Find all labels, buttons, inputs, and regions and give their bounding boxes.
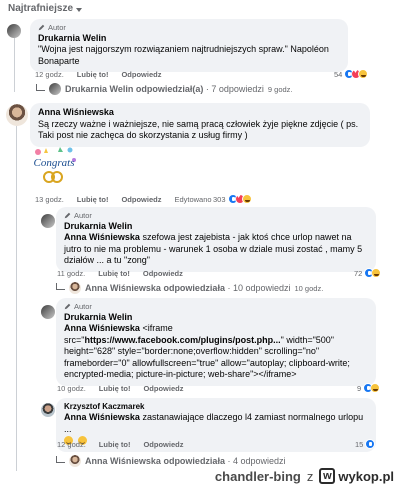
view-replies-link[interactable]: Anna Wiśniewska odpowiedziała · 4 odpowi… (56, 455, 286, 467)
author-badge: Autor (64, 302, 368, 312)
commenter-name[interactable]: Drukarnia Welin (64, 221, 368, 233)
pencil-icon (64, 303, 71, 310)
mention-link[interactable]: Anna Wiśniewska (64, 412, 140, 422)
reaction-summary[interactable]: 15 (355, 439, 376, 449)
view-replies-link[interactable]: Anna Wiśniewska odpowiedziała · 10 odpow… (56, 282, 323, 294)
reply-button[interactable]: Odpowiedz (121, 70, 161, 79)
reaction-summary[interactable]: 303 (213, 193, 252, 204)
like-button[interactable]: Lubię to! (77, 70, 109, 79)
haha-reaction-icon (241, 194, 252, 204)
watermark-site: wykop.pl (338, 468, 394, 484)
commenter-name[interactable]: Drukarnia Welin (64, 312, 368, 324)
avatar (69, 282, 81, 294)
commenter-name[interactable]: Anna Wiśniewska (38, 107, 362, 119)
pencil-icon (38, 24, 45, 31)
reply-arrow-icon (56, 456, 65, 463)
reply-bubble: Autor Drukarnia Welin Anna Wiśniewska <i… (56, 298, 376, 386)
timestamp[interactable]: 12 godz. (35, 70, 64, 79)
comment-actions: 12 godz. Lubię to! Odpowiedz (35, 70, 174, 79)
comment-text: "Wojna jest najgorszym rozwiązaniem najt… (38, 44, 329, 66)
reply-button[interactable]: Odpowiedz (143, 384, 183, 393)
commenter-name[interactable]: Drukarnia Welin (38, 33, 340, 45)
like-reaction-icon (365, 439, 376, 449)
sort-dropdown[interactable]: Najtrafniejsze (8, 3, 83, 14)
comment-text: Są rzeczy ważne i ważniejsze, nie samą p… (38, 118, 359, 141)
url-link[interactable]: https://www.facebook.com/plugins/post.ph… (84, 335, 280, 345)
haha-reaction-icon (358, 69, 369, 79)
sort-label: Najtrafniejsze (8, 3, 74, 14)
haha-reaction-icon (371, 268, 382, 278)
reaction-count: 15 (355, 439, 364, 449)
haha-reaction-icon (370, 383, 381, 393)
like-button[interactable]: Lubię to! (98, 269, 130, 278)
comment-text: Anna Wiśniewska zastanawiające dlaczego … (64, 412, 364, 434)
mention-link[interactable]: Anna Wiśniewska (64, 323, 140, 333)
comment-actions: 12 godz. Lubię to! Odpowiedz (57, 440, 196, 449)
mention-link[interactable]: Anna Wiśniewska (64, 232, 140, 242)
reply-button[interactable]: Odpowiedz (143, 440, 183, 449)
comment-bubble: Autor Drukarnia Welin "Wojna jest najgor… (30, 19, 348, 73)
comment-actions: 10 godz. Lubię to! Odpowiedz (57, 384, 196, 393)
reply-arrow-icon (36, 84, 45, 91)
sticker-text: Congrats (34, 157, 75, 169)
author-badge: Autor (38, 23, 340, 33)
timestamp[interactable]: 11 godz. (57, 269, 85, 278)
watermark-user: chandler-bing (214, 468, 301, 484)
wykop-logo: w wykop.pl (319, 468, 394, 484)
timestamp: 10 godz. (294, 283, 324, 293)
wykop-logo-icon: w (319, 468, 336, 484)
reaction-count: 9 (357, 383, 362, 393)
reaction-summary[interactable]: 9 (357, 383, 381, 393)
thread-line (16, 125, 17, 471)
avatar[interactable] (41, 214, 55, 228)
reaction-count: 72 (354, 268, 363, 278)
edited-label[interactable]: Edytowano (174, 195, 211, 204)
reaction-summary[interactable]: 54 (334, 68, 369, 79)
comment-bubble: Anna Wiśniewska Są rzeczy ważne i ważnie… (30, 103, 370, 147)
timestamp: 9 godz. (267, 84, 293, 94)
watermark: chandler-bing z w wykop.pl (215, 468, 394, 484)
like-button[interactable]: Lubię to! (99, 440, 131, 449)
reaction-summary[interactable]: 72 (354, 268, 382, 278)
timestamp[interactable]: 12 godz. (57, 440, 86, 449)
thread-line (14, 36, 15, 92)
avatar[interactable] (7, 24, 21, 38)
reply-arrow-icon (56, 283, 65, 290)
timestamp[interactable]: 10 godz. (57, 384, 86, 393)
avatar (69, 455, 81, 467)
like-button[interactable]: Lubię to! (77, 195, 109, 204)
reaction-count: 303 (213, 194, 226, 204)
avatar[interactable] (6, 104, 28, 126)
avatar (49, 83, 61, 95)
comment-text: Anna Wiśniewska szefowa jest zajebista -… (64, 232, 363, 266)
commenter-name[interactable]: Krzysztof Kaczmarek (64, 402, 368, 412)
like-button[interactable]: Lubię to! (99, 384, 131, 393)
reaction-count: 54 (334, 69, 343, 79)
avatar[interactable] (41, 305, 55, 319)
pencil-icon (64, 212, 71, 219)
reply-bubble: Autor Drukarnia Welin Anna Wiśniewska sz… (56, 207, 376, 272)
watermark-sep: z (306, 468, 314, 484)
reply-button[interactable]: Odpowiedz (121, 195, 161, 204)
congrats-sticker[interactable]: Congrats (30, 144, 78, 186)
timestamp[interactable]: 13 godz. (35, 195, 64, 204)
avatar[interactable] (41, 403, 55, 417)
view-replies-link[interactable]: Drukarnia Welin odpowiedział(a) · 7 odpo… (36, 83, 293, 95)
chevron-down-icon (76, 7, 83, 12)
author-badge: Autor (64, 211, 368, 221)
reply-button[interactable]: Odpowiedz (143, 269, 183, 278)
comment-text: Anna Wiśniewska <iframe src="https://www… (64, 323, 350, 380)
comment-actions: 11 godz. Lubię to! Odpowiedz (57, 269, 196, 278)
comment-actions: 13 godz. Lubię to! Odpowiedz Edytowano (35, 195, 225, 204)
